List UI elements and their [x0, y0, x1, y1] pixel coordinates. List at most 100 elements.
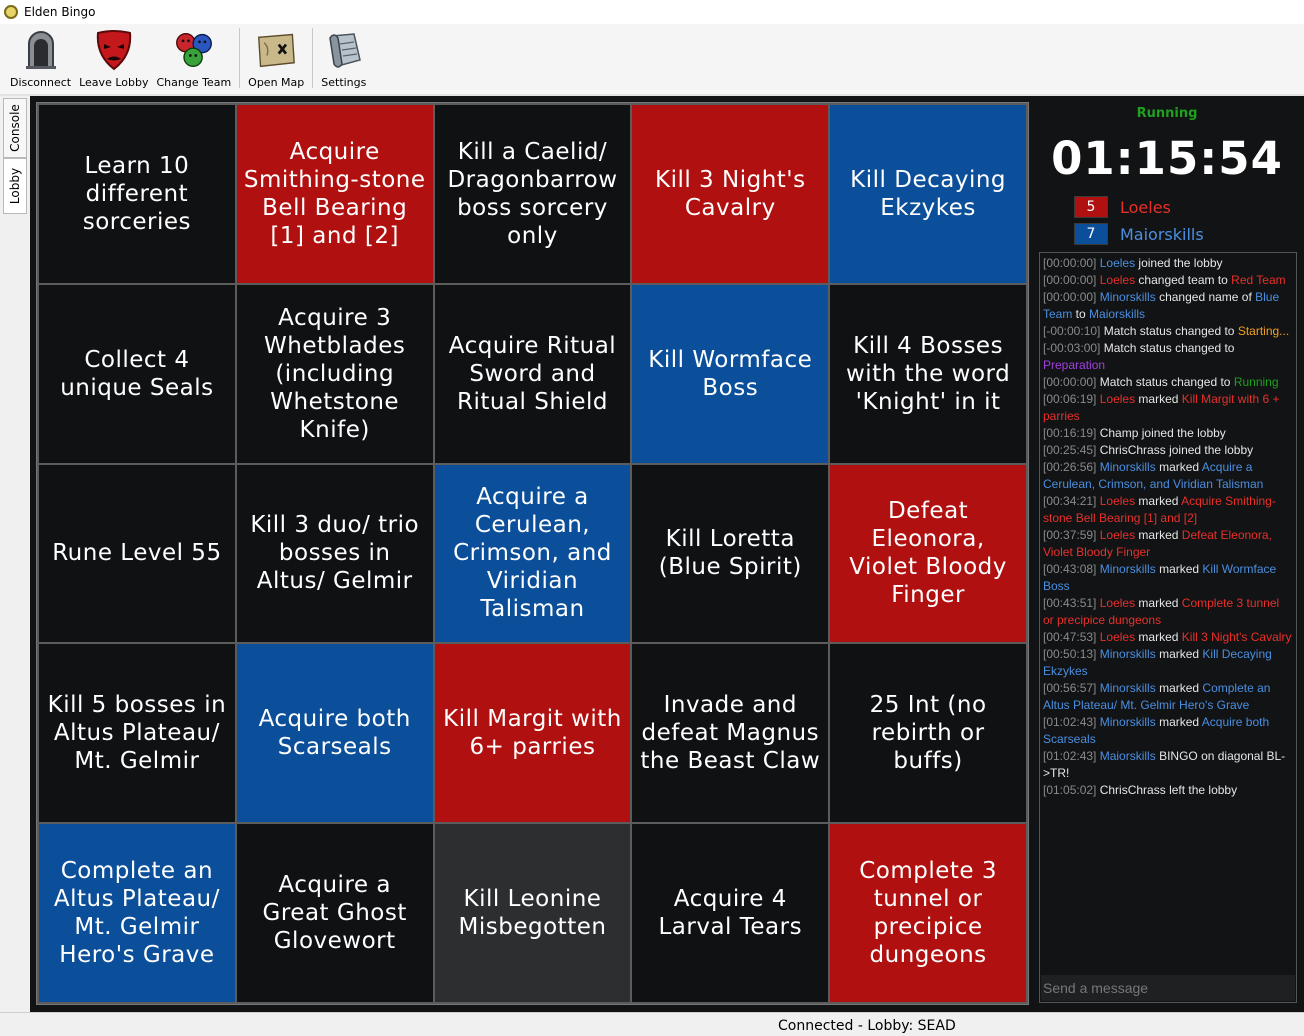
chat-message: [00:56:57] Minorskills marked Complete a… — [1043, 680, 1293, 714]
chat-text: Maiorskills — [1089, 307, 1146, 321]
chat-text: Match status changed to — [1103, 341, 1235, 355]
bingo-cell[interactable]: Kill 4 Bosses with the word 'Knight' in … — [830, 284, 1026, 463]
toolbar: Disconnect Leave Lobby Change Team Open … — [0, 24, 1304, 94]
bingo-cell[interactable]: Collect 4 unique Seals — [39, 284, 235, 463]
bingo-cell[interactable]: Kill a Caelid/ Dragonbarrow boss sorcery… — [434, 105, 631, 283]
chat-message: [-00:00:10] Match status changed to Star… — [1043, 323, 1293, 340]
open-map-button[interactable]: Open Map — [244, 24, 308, 92]
chat-timestamp: [00:00:00] — [1043, 290, 1100, 304]
chat-message: [00:25:45] ChrisChrass joined the lobby — [1043, 442, 1293, 459]
chat-text: Minorskills — [1099, 681, 1156, 695]
scroll-icon — [324, 28, 364, 72]
bingo-cell[interactable]: Acquire 3 Whetblades (including Whetston… — [236, 284, 433, 463]
bingo-cell[interactable]: Complete an Altus Plateau/ Mt. Gelmir He… — [39, 824, 235, 1002]
bingo-cell[interactable]: Rune Level 55 — [39, 464, 235, 643]
chat-timestamp: [-00:00:10] — [1043, 324, 1104, 338]
chat-message: [00:50:13] Minorskills marked Kill Decay… — [1043, 646, 1293, 680]
chat-timestamp: [00:43:08] — [1043, 562, 1100, 576]
chat-timestamp: [00:37:59] — [1043, 528, 1100, 542]
match-status: Running — [1136, 106, 1198, 121]
chat-text: Match status changed to — [1103, 324, 1238, 338]
chat-text: Loeles — [1099, 256, 1136, 270]
chat-input[interactable] — [1041, 975, 1295, 1001]
settings-button[interactable]: Settings — [317, 24, 370, 92]
bingo-cell[interactable]: Invade and defeat Magnus the Beast Claw — [632, 644, 829, 823]
toolbar-separator — [239, 28, 241, 88]
settings-label: Settings — [321, 76, 367, 89]
chat-message: [00:16:19] Champ joined the lobby — [1043, 425, 1293, 442]
chat-message: [-00:03:00] Match status changed to Prep… — [1043, 340, 1293, 374]
chat-timestamp: [00:34:21] — [1043, 494, 1100, 508]
chat-timestamp: [-00:03:00] — [1043, 341, 1104, 355]
disconnect-button[interactable]: Disconnect — [6, 24, 75, 92]
bingo-cell[interactable]: Acquire Ritual Sword and Ritual Shield — [434, 284, 631, 463]
map-icon — [256, 28, 296, 72]
bingo-cell[interactable]: Complete 3 tunnel or precipice dungeons — [830, 824, 1026, 1002]
chat-timestamp: [01:02:43] — [1043, 715, 1100, 729]
tab-lobby-label: Lobby — [8, 167, 22, 205]
bingo-cell[interactable]: Acquire a Cerulean, Crimson, and Viridia… — [434, 464, 631, 643]
tab-lobby[interactable]: Lobby — [3, 158, 27, 214]
chat-message: [00:43:08] Minorskills marked Kill Wormf… — [1043, 561, 1293, 595]
chat-message: [00:00:00] Minorskills changed name of B… — [1043, 289, 1293, 323]
leave-lobby-label: Leave Lobby — [79, 76, 149, 89]
bingo-cell[interactable]: 25 Int (no rebirth or buffs) — [830, 644, 1026, 823]
tombstone-icon — [21, 28, 61, 72]
chat-panel: [00:00:00] Loeles joined the lobby [00:00… — [1039, 252, 1297, 1003]
bingo-cell[interactable]: Kill Wormface Boss — [632, 284, 829, 463]
bingo-cell[interactable]: Learn 10 different sorceries — [39, 105, 235, 283]
chat-timestamp: [00:25:45] — [1043, 443, 1100, 457]
chat-text: joined the lobby — [1135, 256, 1223, 270]
connection-status: Connected - Lobby: SEAD — [778, 1018, 956, 1034]
chat-timestamp: [00:00:00] — [1043, 375, 1100, 389]
bingo-cell[interactable]: Kill Decaying Ekzykes — [830, 105, 1026, 283]
bingo-cell[interactable]: Defeat Eleonora, Violet Bloody Finger — [830, 464, 1026, 643]
change-team-button[interactable]: Change Team — [152, 24, 235, 92]
team-faces-icon — [174, 28, 214, 72]
chat-text: Minorskills — [1099, 715, 1156, 729]
chat-message: [00:06:19] Loeles marked Kill Margit wit… — [1043, 391, 1293, 425]
chat-text: marked — [1155, 562, 1203, 576]
chat-message: [00:43:51] Loeles marked Complete 3 tunn… — [1043, 595, 1293, 629]
tab-console[interactable]: Console — [3, 98, 27, 158]
chat-timestamp: [01:02:43] — [1043, 749, 1100, 763]
bingo-cell[interactable]: Kill Margit with 6+ parries — [434, 644, 631, 823]
chat-text: ChrisChrass joined the lobby — [1099, 443, 1254, 457]
chat-text: Running — [1233, 375, 1279, 389]
chat-text: marked — [1155, 715, 1202, 729]
chat-text: Loeles — [1099, 273, 1136, 287]
bingo-board: Learn 10 different sorceries Acquire Smit… — [36, 102, 1029, 1005]
bingo-cell[interactable]: Acquire both Scarseals — [236, 644, 433, 823]
bingo-cell[interactable]: Acquire Smithing-stone Bell Bearing [1] … — [236, 105, 433, 283]
chat-timestamp: [00:00:00] — [1043, 256, 1100, 270]
chat-text: changed name of — [1155, 290, 1256, 304]
chat-text: Loeles — [1099, 392, 1136, 406]
chat-message: [00:34:21] Loeles marked Acquire Smithin… — [1043, 493, 1293, 527]
leave-lobby-button[interactable]: Leave Lobby — [75, 24, 152, 92]
chat-text: ChrisChrass left the lobby — [1099, 783, 1238, 797]
red-mask-icon — [94, 28, 134, 72]
tab-console-label: Console — [8, 104, 23, 152]
chat-text: Starting... — [1237, 324, 1290, 338]
chat-timestamp: [01:05:02] — [1043, 783, 1100, 797]
bingo-cell[interactable]: Kill 3 Night's Cavalry — [632, 105, 829, 283]
side-tabs: Console Lobby — [0, 96, 30, 1012]
chat-message: [01:02:43] Maiorskills BINGO on diagonal… — [1043, 748, 1293, 782]
match-timer: 01:15:54 — [1051, 132, 1283, 185]
bingo-cell[interactable]: Acquire a Great Ghost Glovewort — [236, 824, 433, 1002]
chat-message: [00:37:59] Loeles marked Defeat Eleonora… — [1043, 527, 1293, 561]
bingo-cell[interactable]: Kill Leonine Misbegotten — [434, 824, 631, 1002]
chat-text: marked — [1135, 630, 1182, 644]
chat-text: Minorskills — [1099, 290, 1156, 304]
chat-text: marked — [1155, 460, 1202, 474]
lobby-panel: Learn 10 different sorceries Acquire Smit… — [30, 96, 1304, 1012]
chat-message: [01:02:43] Minorskills marked Acquire bo… — [1043, 714, 1293, 748]
bingo-cell[interactable]: Acquire 4 Larval Tears — [632, 824, 829, 1002]
chat-log[interactable]: [00:00:00] Loeles joined the lobby [00:00… — [1041, 255, 1295, 975]
chat-message: [00:47:53] Loeles marked Kill 3 Night's … — [1043, 629, 1293, 646]
bingo-cell[interactable]: Kill 3 duo/ trio bosses in Altus/ Gelmir — [236, 464, 433, 643]
bingo-cell[interactable]: Kill 5 bosses in Altus Plateau/ Mt. Gelm… — [39, 644, 235, 823]
status-bar: Connected - Lobby: SEAD — [0, 1012, 1304, 1036]
chat-message: [00:26:56] Minorskills marked Acquire a … — [1043, 459, 1293, 493]
bingo-cell[interactable]: Kill Loretta (Blue Spirit) — [632, 464, 829, 643]
